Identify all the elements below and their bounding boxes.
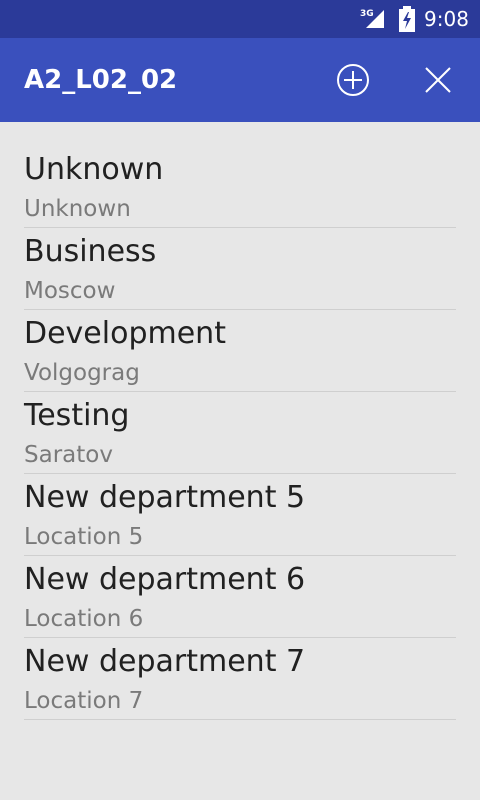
list-item[interactable]: New department 6 Location 6 <box>0 556 480 638</box>
close-icon <box>425 67 451 93</box>
list-item[interactable]: Business Moscow <box>0 228 480 310</box>
app-bar: A2_L02_02 <box>0 38 480 122</box>
department-name: New department 7 <box>24 644 306 679</box>
svg-text:3G: 3G <box>360 9 374 19</box>
list-item[interactable]: Development Volgograg <box>0 310 480 392</box>
department-name: New department 6 <box>24 562 306 597</box>
list-item[interactable]: New department 7 Location 7 <box>0 638 480 720</box>
department-location: Location 6 <box>24 606 144 632</box>
add-circle-icon <box>337 64 369 96</box>
close-button[interactable] <box>414 56 462 104</box>
department-location: Location 5 <box>24 524 144 550</box>
page-title: A2_L02_02 <box>24 65 178 95</box>
department-location: Moscow <box>24 278 116 304</box>
department-name: Development <box>24 316 226 351</box>
department-name: New department 5 <box>24 480 306 515</box>
status-bar: 3G 9:08 <box>0 0 480 38</box>
divider <box>24 719 456 720</box>
battery-charging-icon <box>399 6 415 32</box>
list-item[interactable]: Unknown Unknown <box>0 146 480 228</box>
department-location: Volgograg <box>24 360 140 386</box>
list-item[interactable]: Testing Saratov <box>0 392 480 474</box>
add-button[interactable] <box>329 56 377 104</box>
department-list: Unknown Unknown Business Moscow Developm… <box>0 146 480 720</box>
list-item[interactable]: New department 5 Location 5 <box>0 474 480 556</box>
department-name: Business <box>24 234 157 269</box>
department-location: Location 7 <box>24 688 144 714</box>
signal-3g-icon: 3G <box>360 9 384 28</box>
department-name: Testing <box>24 398 130 433</box>
department-location: Unknown <box>24 196 131 222</box>
status-time: 9:08 <box>424 7 469 31</box>
department-location: Saratov <box>24 442 113 468</box>
department-name: Unknown <box>24 152 164 187</box>
